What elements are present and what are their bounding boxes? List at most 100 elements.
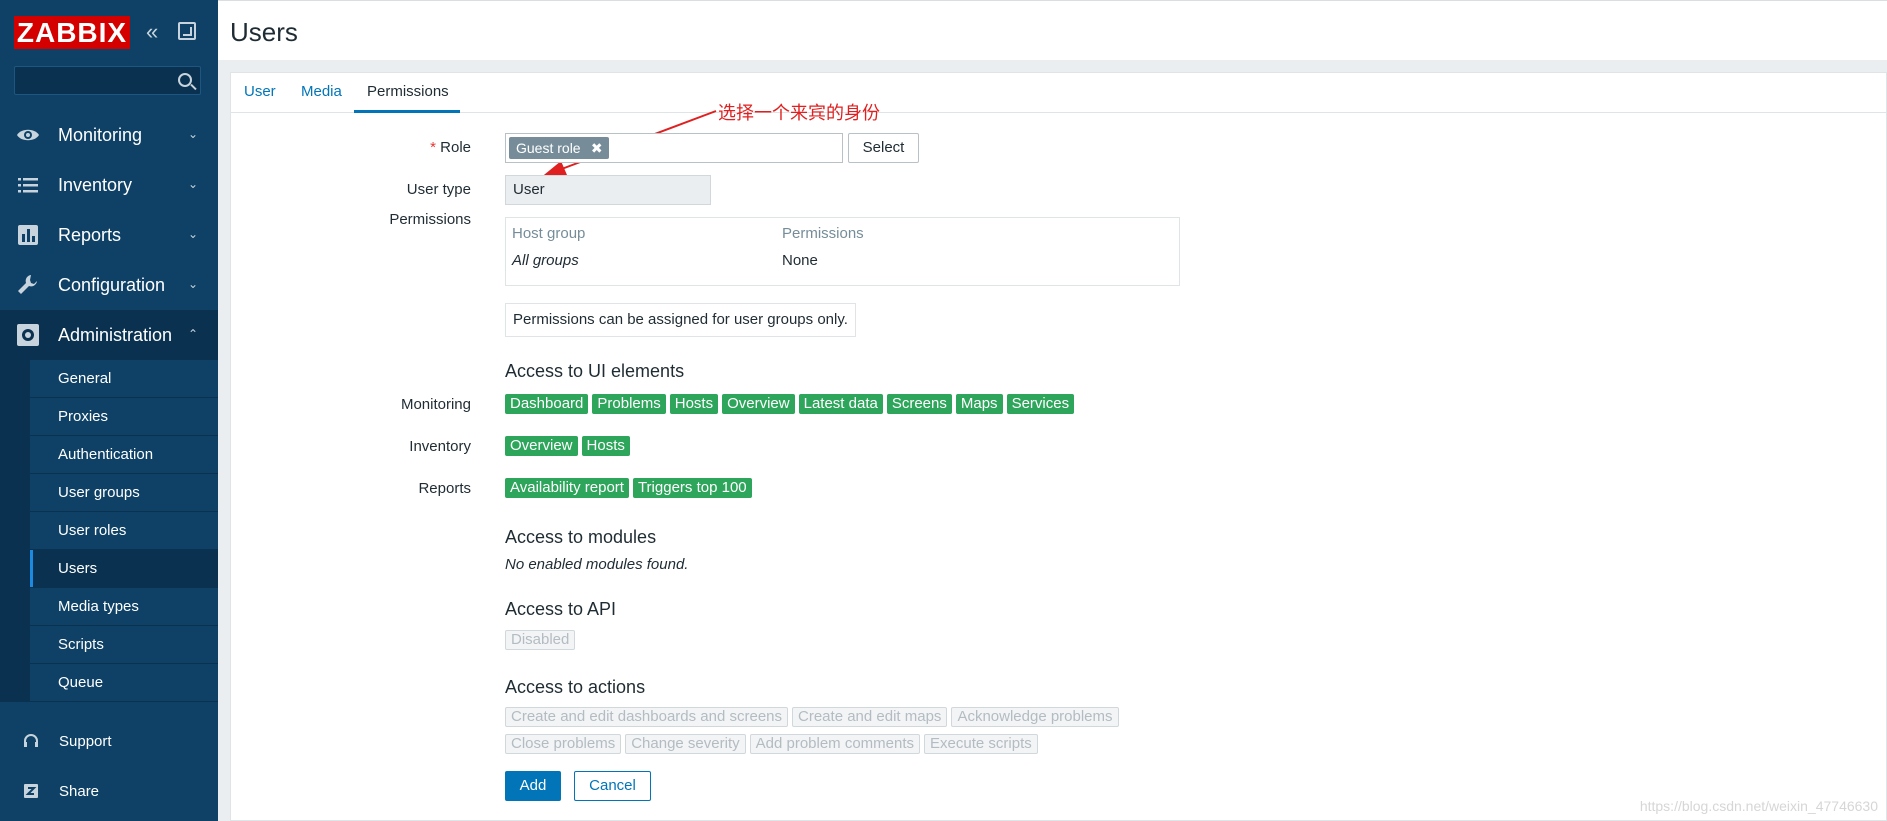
page-title: Users bbox=[230, 17, 298, 47]
table-cell-host-group: All groups bbox=[512, 252, 579, 269]
list-icon bbox=[16, 174, 40, 196]
ui-tag: Overview bbox=[505, 436, 578, 456]
share-z-icon bbox=[22, 782, 40, 800]
ui-tag: Hosts bbox=[581, 436, 630, 456]
action-tag: Add problem comments bbox=[749, 734, 921, 754]
search-box bbox=[14, 66, 201, 95]
submenu-label: Queue bbox=[58, 674, 104, 691]
administration-submenu: General Proxies Authentication User grou… bbox=[0, 360, 218, 702]
support-link[interactable]: Support bbox=[0, 720, 218, 764]
role-multiselect[interactable]: Guest role ✖ bbox=[505, 133, 843, 163]
api-row: Disabled bbox=[505, 630, 579, 650]
search-input[interactable] bbox=[15, 67, 170, 94]
nav-label: Reports bbox=[58, 225, 122, 245]
permissions-table: Host group Permissions All groups None bbox=[505, 217, 1180, 286]
sidebar: ZABBIX « Monitoring ⌄ Inventory ⌄ Report… bbox=[0, 0, 218, 821]
role-label-text: Role bbox=[440, 139, 471, 156]
collapse-sidebar-icon[interactable]: « bbox=[146, 21, 158, 43]
actions-access-title: Access to actions bbox=[505, 677, 646, 697]
submenu-item-authentication[interactable]: Authentication bbox=[30, 436, 218, 473]
submenu-label: User groups bbox=[58, 484, 140, 501]
nav-label: Administration bbox=[58, 325, 173, 345]
select-role-button[interactable]: Select bbox=[848, 133, 919, 163]
submenu-item-users[interactable]: Users bbox=[30, 550, 218, 587]
action-tag: Create and edit dashboards and screens bbox=[505, 707, 789, 727]
chevron-down-icon: ⌄ bbox=[187, 127, 198, 141]
ui-tag: Maps bbox=[955, 394, 1003, 414]
submenu-label: Media types bbox=[58, 598, 139, 615]
submenu-label: General bbox=[58, 370, 112, 387]
ui-row-inventory: Overview Hosts bbox=[505, 436, 634, 456]
ui-row-label-reports: Reports bbox=[418, 480, 471, 497]
eye-icon bbox=[16, 124, 40, 146]
active-tab-indicator bbox=[354, 110, 460, 113]
tab-permissions[interactable]: Permissions bbox=[367, 83, 449, 100]
ui-tag: Latest data bbox=[798, 394, 883, 414]
api-access-title: Access to API bbox=[505, 599, 617, 619]
nav-reports[interactable]: Reports ⌄ bbox=[0, 210, 218, 260]
submenu-item-media-types[interactable]: Media types bbox=[30, 588, 218, 625]
nav-label: Configuration bbox=[58, 275, 166, 295]
zabbix-logo[interactable]: ZABBIX bbox=[14, 16, 130, 49]
nav-label: Monitoring bbox=[58, 125, 143, 145]
kiosk-mode-icon[interactable] bbox=[178, 22, 196, 40]
ui-tag: Services bbox=[1006, 394, 1075, 414]
page-header: Users bbox=[218, 0, 1887, 60]
modules-access-title: Access to modules bbox=[505, 527, 657, 547]
role-label: * Role bbox=[231, 139, 471, 156]
search-icon[interactable] bbox=[178, 73, 192, 87]
wrench-icon bbox=[16, 274, 40, 296]
tab-bar: User Media Permissions bbox=[231, 73, 1887, 113]
cancel-button[interactable]: Cancel bbox=[574, 771, 651, 801]
watermark: https://blog.csdn.net/weixin_47746630 bbox=[1639, 798, 1878, 814]
modules-note: No enabled modules found. bbox=[505, 556, 689, 573]
nav-configuration[interactable]: Configuration ⌄ bbox=[0, 260, 218, 310]
ui-tag: Hosts bbox=[669, 394, 719, 414]
submenu-item-proxies[interactable]: Proxies bbox=[30, 398, 218, 435]
submenu-item-scripts[interactable]: Scripts bbox=[30, 626, 218, 663]
required-mark: * bbox=[430, 139, 436, 156]
share-link[interactable]: Share bbox=[0, 770, 218, 814]
user-type-field: User bbox=[505, 175, 711, 205]
submenu-label: Users bbox=[58, 560, 98, 577]
column-header-permissions: Permissions bbox=[782, 225, 864, 242]
submenu-label: Authentication bbox=[58, 446, 154, 463]
submenu-item-user-groups[interactable]: User groups bbox=[30, 474, 218, 511]
role-chip-label: Guest role bbox=[516, 140, 581, 156]
nav-inventory[interactable]: Inventory ⌄ bbox=[0, 160, 218, 210]
ui-row-label-inventory: Inventory bbox=[409, 438, 471, 455]
user-form: User Media Permissions 选择一个来宾的身份 * Role … bbox=[230, 72, 1887, 821]
nav-administration[interactable]: Administration ⌃ bbox=[0, 310, 218, 360]
support-label: Support bbox=[59, 733, 112, 750]
ui-access-title: Access to UI elements bbox=[505, 361, 685, 381]
ui-row-label-monitoring: Monitoring bbox=[400, 396, 471, 413]
role-chip: Guest role ✖ bbox=[509, 137, 609, 159]
actions-row-2: Close problems Change severity Add problem… bbox=[505, 734, 1042, 754]
bar-chart-icon bbox=[16, 224, 40, 246]
ui-tag: Dashboard bbox=[505, 394, 589, 414]
ui-tag: Triggers top 100 bbox=[632, 478, 752, 498]
api-status-tag: Disabled bbox=[505, 630, 576, 650]
submenu-item-user-roles[interactable]: User roles bbox=[30, 512, 218, 549]
add-button[interactable]: Add bbox=[505, 771, 561, 801]
tab-media[interactable]: Media bbox=[301, 83, 342, 100]
ui-row-reports: Availability report Triggers top 100 bbox=[505, 478, 756, 498]
actions-row-1: Create and edit dashboards and screens Cr… bbox=[505, 707, 1123, 727]
ui-tag: Availability report bbox=[505, 478, 629, 498]
chevron-up-icon: ⌃ bbox=[187, 327, 198, 341]
submenu-label: Proxies bbox=[58, 408, 109, 425]
action-tag: Create and edit maps bbox=[792, 707, 948, 727]
permissions-label: Permissions bbox=[389, 211, 471, 228]
tab-user[interactable]: User bbox=[244, 83, 276, 100]
submenu-item-general[interactable]: General bbox=[30, 360, 218, 397]
ui-row-monitoring: Dashboard Problems Hosts Overview Latest dat… bbox=[505, 394, 1078, 414]
close-icon[interactable]: ✖ bbox=[591, 137, 603, 159]
ui-tag: Screens bbox=[886, 394, 952, 414]
submenu-item-queue[interactable]: Queue bbox=[30, 664, 218, 701]
chevron-down-icon: ⌄ bbox=[187, 227, 198, 241]
permissions-note: Permissions can be assigned for user gro… bbox=[505, 303, 856, 337]
annotation-text: 选择一个来宾的身份 bbox=[718, 103, 880, 124]
column-header-host-group: Host group bbox=[512, 225, 586, 242]
nav-monitoring[interactable]: Monitoring ⌄ bbox=[0, 110, 218, 160]
ui-tag: Overview bbox=[722, 394, 795, 414]
